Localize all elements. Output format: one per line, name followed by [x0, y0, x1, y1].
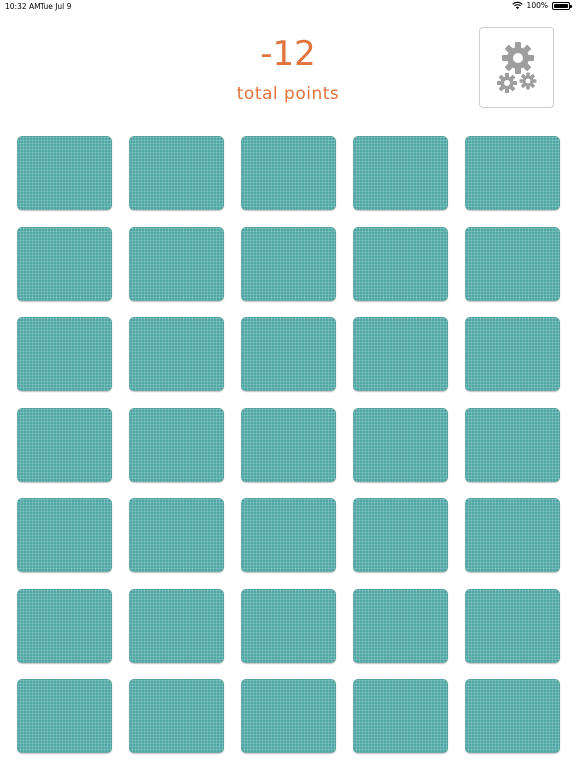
memory-card[interactable] [17, 498, 112, 572]
memory-card[interactable] [129, 136, 224, 210]
memory-card[interactable] [353, 498, 448, 572]
memory-card[interactable] [241, 317, 336, 391]
settings-button[interactable] [479, 27, 554, 108]
status-right: 100% [511, 1, 572, 10]
memory-card[interactable] [353, 136, 448, 210]
memory-card[interactable] [465, 136, 560, 210]
memory-card[interactable] [17, 679, 112, 753]
memory-card[interactable] [465, 588, 560, 663]
gears-icon [497, 42, 537, 93]
memory-card[interactable] [353, 679, 448, 753]
score-label: total points [236, 84, 340, 104]
memory-card[interactable] [465, 679, 560, 753]
score-value: -12 [260, 34, 316, 74]
memory-card[interactable] [353, 588, 448, 663]
memory-card[interactable] [353, 407, 448, 482]
memory-card[interactable] [129, 588, 224, 663]
memory-card[interactable] [241, 679, 336, 753]
memory-card[interactable] [17, 588, 112, 663]
memory-card[interactable] [353, 226, 448, 301]
battery-percent: 100% [526, 1, 548, 10]
card-grid [17, 136, 560, 753]
memory-card[interactable] [353, 317, 448, 391]
status-time: 10:32 AM [5, 2, 41, 11]
status-bar: 10:32 AM Tue Jul 9 100% [0, 0, 576, 14]
memory-card[interactable] [129, 498, 224, 572]
memory-card[interactable] [241, 136, 336, 210]
memory-card[interactable] [129, 679, 224, 753]
memory-card[interactable] [465, 498, 560, 572]
memory-card[interactable] [17, 407, 112, 482]
memory-card[interactable] [241, 588, 336, 663]
memory-card[interactable] [241, 226, 336, 301]
wifi-icon [511, 1, 523, 10]
battery-icon [552, 1, 572, 10]
memory-card[interactable] [129, 226, 224, 301]
memory-card[interactable] [465, 407, 560, 482]
memory-card[interactable] [17, 317, 112, 391]
memory-card[interactable] [241, 407, 336, 482]
memory-card[interactable] [17, 226, 112, 301]
memory-card[interactable] [17, 136, 112, 210]
memory-card[interactable] [129, 407, 224, 482]
memory-card[interactable] [129, 317, 224, 391]
memory-card[interactable] [241, 498, 336, 572]
status-date: Tue Jul 9 [40, 2, 72, 11]
memory-card[interactable] [465, 317, 560, 391]
memory-card[interactable] [465, 226, 560, 301]
